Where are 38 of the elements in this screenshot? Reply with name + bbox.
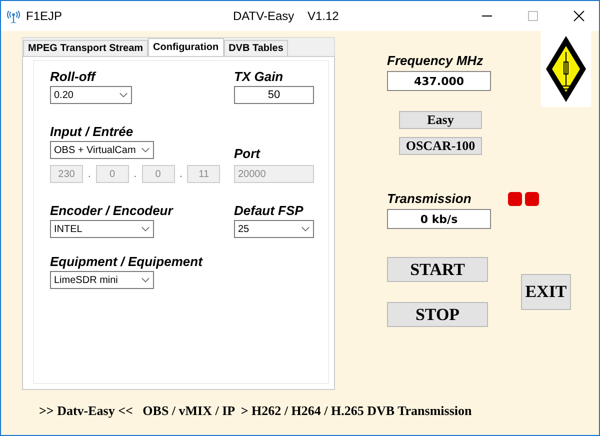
mode-button[interactable]: OSCAR-100 (399, 137, 482, 155)
ip-separator: . (180, 168, 182, 180)
field-label: Roll-off (50, 69, 98, 86)
field-label: Frequency MHz (387, 53, 484, 68)
input-dropdown[interactable]: OBS + VirtualCam (50, 141, 154, 159)
close-icon[interactable] (573, 10, 585, 22)
chevron-icon (119, 92, 128, 98)
mode-button[interactable]: Easy (399, 111, 482, 129)
field-label: Defaut FSP (234, 203, 304, 220)
tab[interactable]: DVB Tables (224, 40, 288, 56)
chevron-icon (301, 226, 310, 232)
start-button[interactable]: START (387, 257, 488, 282)
tab[interactable]: Configuration (148, 38, 224, 56)
fps-dropdown[interactable]: 25 (234, 220, 314, 238)
chevron-icon (141, 147, 150, 153)
field-label: Input / Entrée (50, 124, 134, 141)
window-title: DATV-Easy V1.12 (233, 9, 339, 23)
chevron-icon (141, 277, 150, 283)
chevron-icon (141, 226, 150, 232)
ip-separator: . (88, 168, 91, 180)
tab[interactable]: MPEG Transport Stream (23, 40, 148, 56)
field-label: Equipment / Equipement (50, 254, 204, 271)
app-name: F1EJP (26, 9, 62, 23)
field-label: Encoder / Encodeur (50, 203, 174, 220)
encoder-dropdown[interactable]: INTEL (50, 220, 154, 238)
stop-button[interactable]: STOP (387, 302, 488, 327)
rolloff-dropdown[interactable]: 0.20 (50, 86, 132, 104)
field-label: Port (234, 146, 262, 163)
bitrate-field: 0 kb/s (387, 209, 491, 229)
exit-button[interactable]: EXIT (521, 274, 571, 310)
status-text: >> Datv-Easy << OBS / vMIX / IP > H262 / H264 / H.265 DVB Transmission (38, 403, 473, 420)
tx-gain-field[interactable]: 50 (234, 86, 314, 104)
ip-separator: . (134, 168, 137, 180)
field-label: TX Gain (234, 69, 284, 86)
equipment-dropdown[interactable]: LimeSDR mini (50, 271, 154, 289)
field-label: Transmission (387, 191, 472, 206)
frequency-field[interactable]: 437.000 (387, 71, 491, 91)
antenna-icon (7, 10, 20, 22)
